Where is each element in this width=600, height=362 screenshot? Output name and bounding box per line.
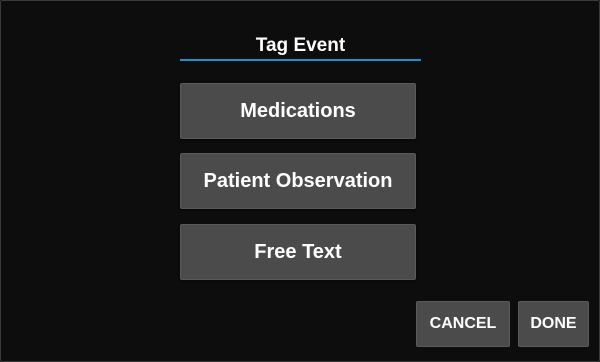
dialog-title: Tag Event bbox=[255, 35, 346, 56]
patient-observation-button-label: Patient Observation bbox=[203, 169, 393, 192]
medications-button[interactable]: Medications bbox=[180, 83, 416, 139]
tag-event-dialog: Tag Event Medications Patient Observatio… bbox=[0, 0, 600, 362]
free-text-button[interactable]: Free Text bbox=[180, 224, 416, 280]
cancel-button-label: CANCEL bbox=[429, 315, 497, 332]
patient-observation-button[interactable]: Patient Observation bbox=[180, 153, 416, 209]
free-text-button-label: Free Text bbox=[254, 240, 342, 263]
done-button-label: DONE bbox=[530, 315, 577, 332]
cancel-button[interactable]: CANCEL bbox=[416, 301, 510, 347]
done-button[interactable]: DONE bbox=[518, 301, 589, 347]
medications-button-label: Medications bbox=[240, 99, 356, 122]
title-underline bbox=[180, 59, 421, 61]
